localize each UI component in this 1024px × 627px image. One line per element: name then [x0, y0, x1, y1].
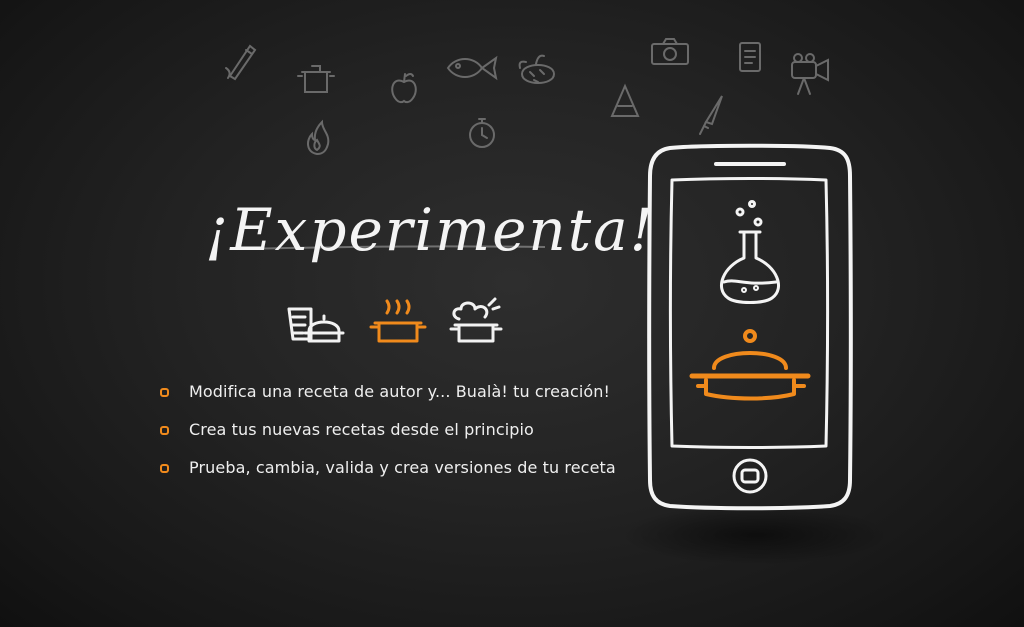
- list-item-text: Prueba, cambia, valida y crea versiones …: [189, 457, 616, 477]
- bullet-icon: [160, 387, 169, 397]
- list-item: Prueba, cambia, valida y crea versiones …: [160, 448, 630, 486]
- pudding-icon: [516, 50, 560, 96]
- bullet-icon: [160, 463, 169, 473]
- serving-dish-icon: [689, 329, 811, 401]
- pencil-icon: [222, 38, 258, 82]
- recipe-book-icon: [285, 295, 347, 353]
- headline: ¡Experimenta!: [205, 185, 653, 275]
- video-camera-icon: [784, 52, 836, 98]
- list-item-text: Modifica una receta de autor y... Bualà!…: [189, 381, 611, 401]
- list-item: Crea tus nuevas recetas desde el princip…: [160, 410, 630, 448]
- home-button: [732, 458, 768, 494]
- stopwatch-icon: [466, 114, 498, 150]
- flask-icon: [720, 200, 780, 304]
- bullet-icon: [160, 425, 169, 435]
- feature-icons: [285, 295, 505, 355]
- experimenta-screen: { "headline": "¡Experimenta!", "colors":…: [0, 0, 1024, 627]
- apple-icon: [387, 70, 421, 108]
- headline-text: ¡Experimenta!: [205, 196, 655, 264]
- knife-icon: [694, 92, 730, 136]
- list-item: Modifica una receta de autor y... Bualà!…: [160, 372, 630, 410]
- fish-icon: [444, 50, 500, 86]
- list-item-text: Crea tus nuevas recetas desde el princip…: [189, 419, 534, 439]
- feature-list: Modifica una receta de autor y... Bualà!…: [160, 372, 630, 486]
- phone-illustration: [640, 140, 860, 520]
- phone-body: [647, 143, 853, 511]
- funnel-icon: [608, 82, 642, 122]
- notepad-icon: [736, 40, 764, 74]
- chef-pot-icon: [445, 295, 507, 353]
- phone-screen: [669, 177, 829, 449]
- pot-icon: [296, 58, 336, 98]
- cooking-pot-icon: [367, 295, 429, 353]
- fire-icon: [300, 118, 334, 158]
- camera-icon: [649, 36, 691, 68]
